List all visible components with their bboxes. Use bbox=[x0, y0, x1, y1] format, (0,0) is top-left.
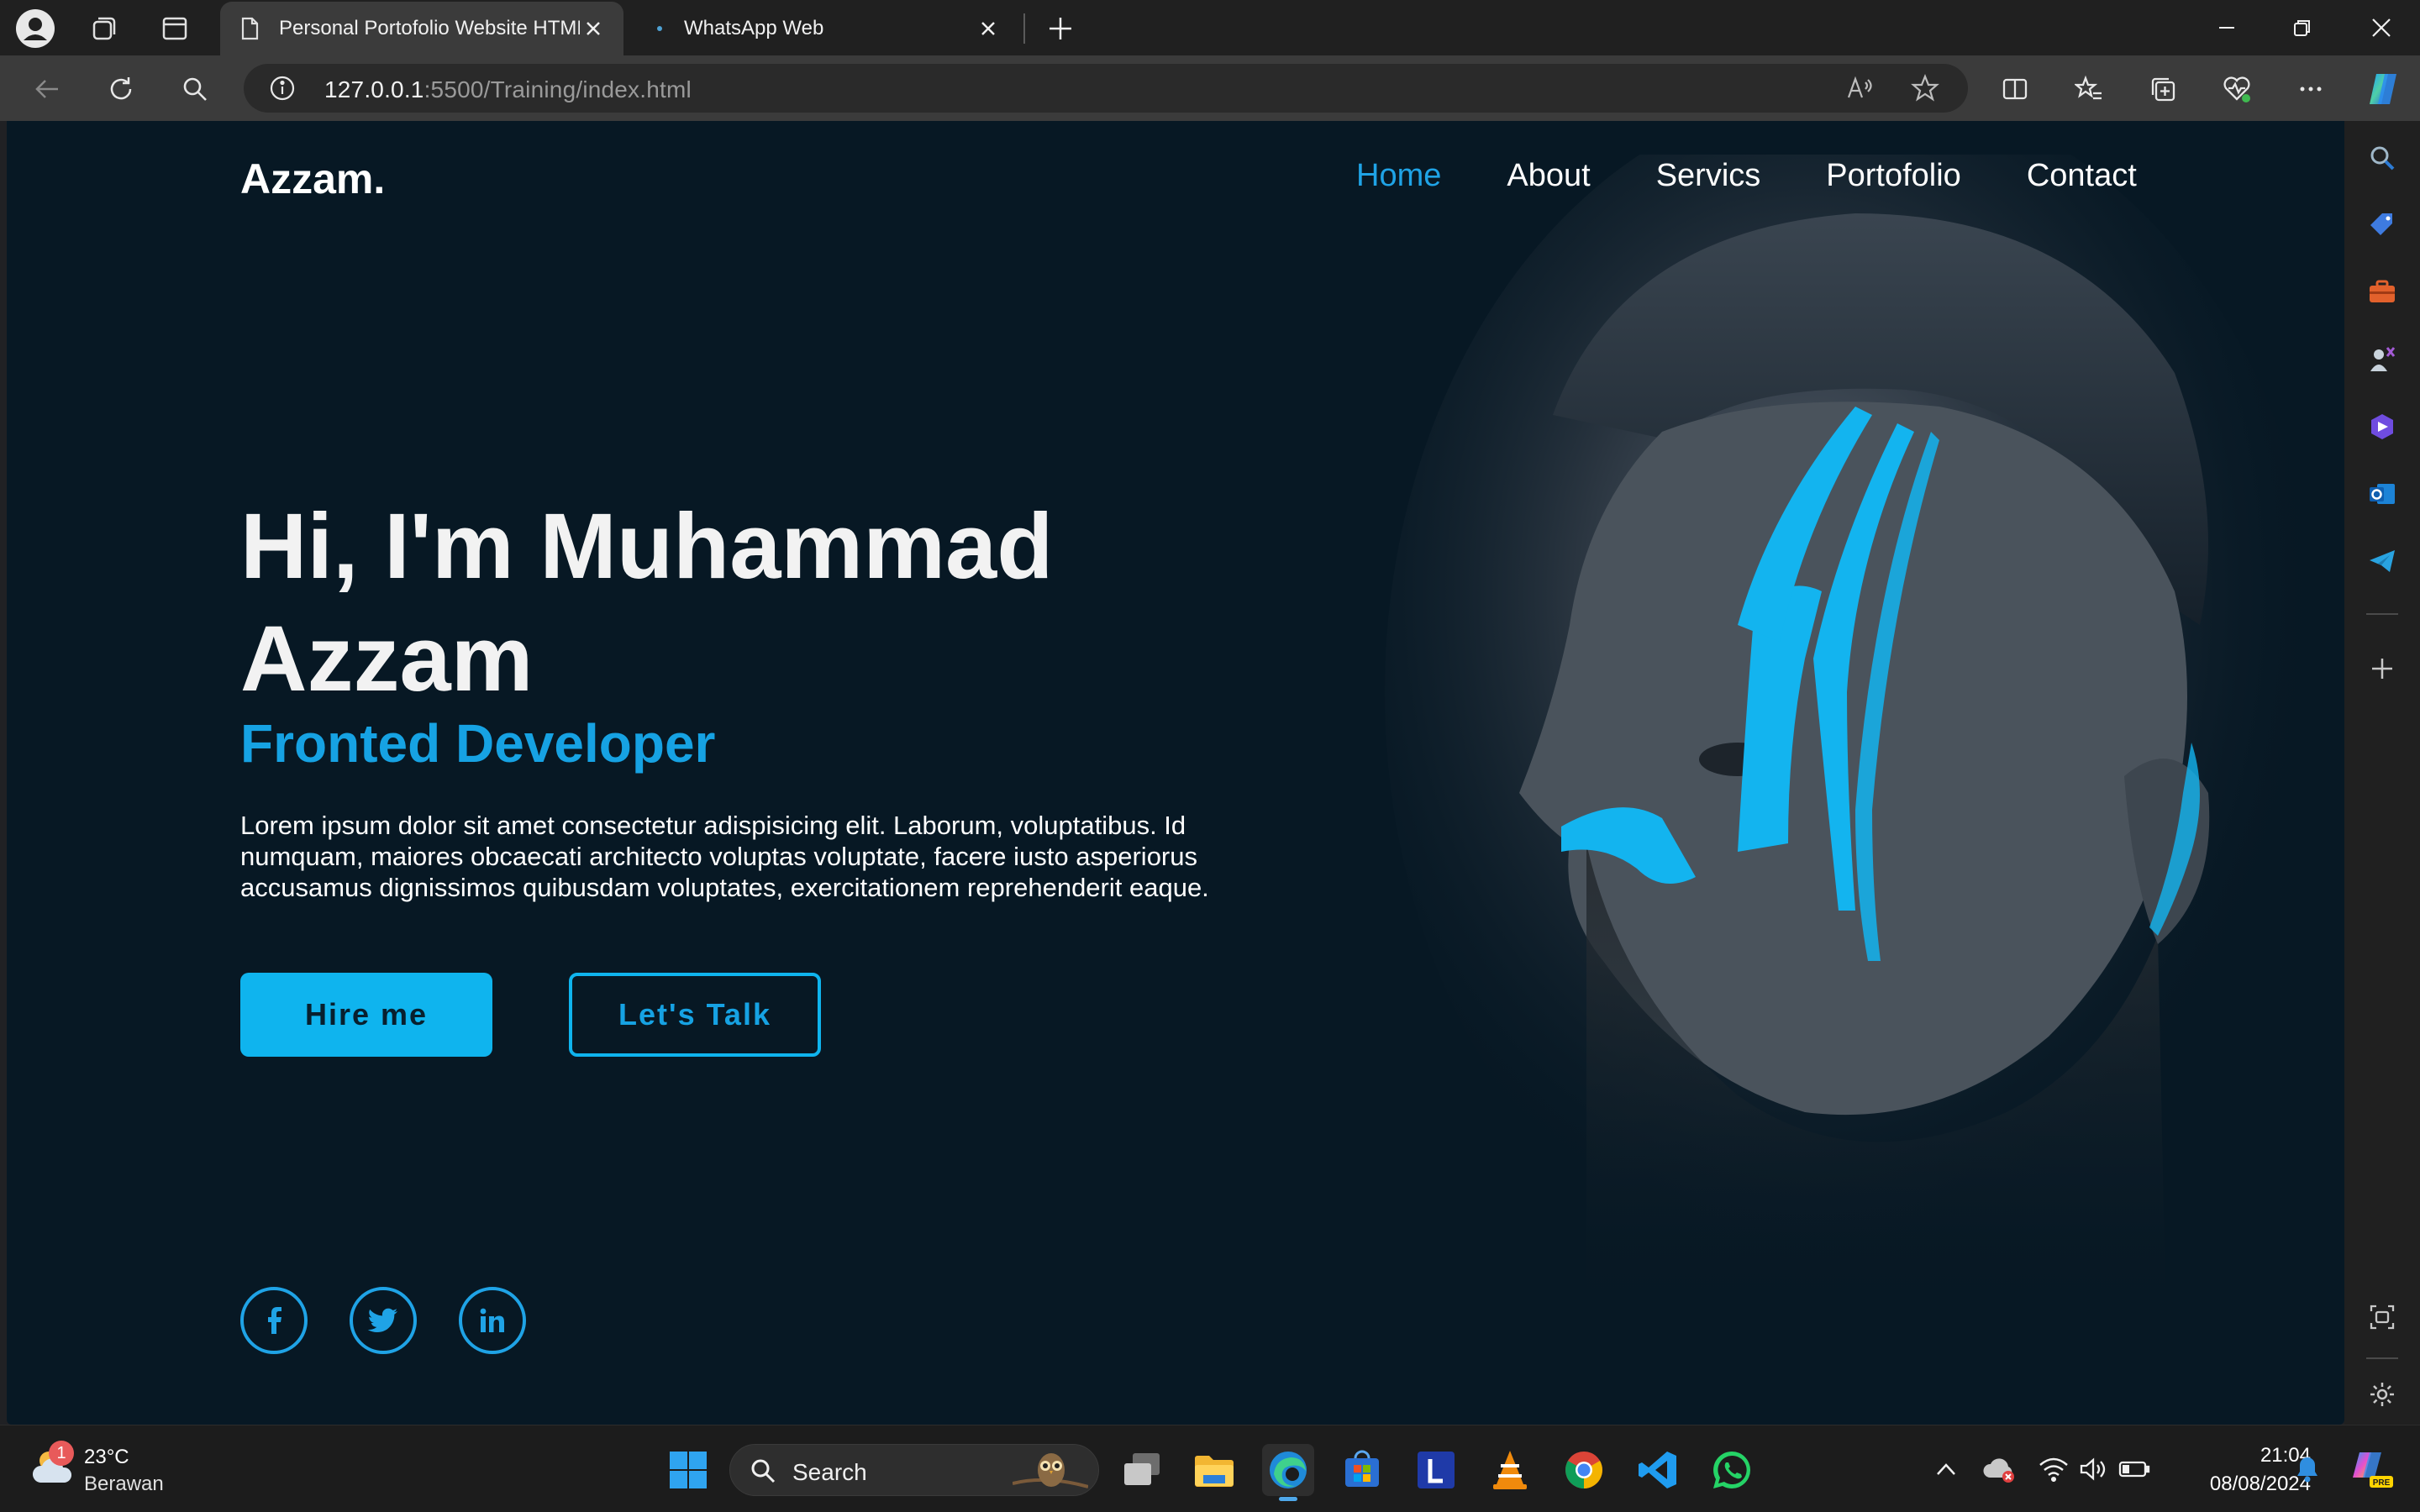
nav-portfolio-link[interactable]: Portofolio bbox=[1826, 158, 1961, 194]
copilot-icon[interactable] bbox=[2363, 70, 2403, 108]
linkedin-icon[interactable] bbox=[459, 1287, 526, 1354]
page-icon bbox=[241, 17, 259, 40]
url-path: :5500/Training/index.html bbox=[424, 76, 692, 102]
task-view-icon[interactable] bbox=[1116, 1444, 1168, 1496]
loading-dot-icon bbox=[657, 26, 662, 31]
search-icon bbox=[749, 1457, 777, 1489]
hire-me-button[interactable]: Hire me bbox=[240, 973, 492, 1057]
windows-taskbar: 1 23°C Berawan Search 21:04 08/08/2024 P… bbox=[0, 1425, 2420, 1512]
chrome-icon[interactable] bbox=[1558, 1444, 1610, 1496]
back-icon[interactable] bbox=[27, 70, 67, 108]
tab-divider bbox=[1023, 13, 1025, 44]
read-aloud-icon[interactable] bbox=[1845, 74, 1874, 107]
sidebar-search-icon[interactable] bbox=[2362, 138, 2402, 178]
tab-whatsapp[interactable]: WhatsApp Web bbox=[640, 2, 1018, 55]
site-info-icon[interactable] bbox=[269, 75, 296, 106]
tab-portfolio[interactable]: Personal Portofolio Website HTML bbox=[220, 2, 623, 55]
tab-actions-icon[interactable] bbox=[155, 8, 195, 49]
url-host: 127.0.0.1 bbox=[324, 76, 424, 102]
vscode-icon[interactable] bbox=[1632, 1444, 1684, 1496]
split-screen-icon[interactable] bbox=[1995, 70, 2035, 108]
onedrive-error-icon[interactable] bbox=[1981, 1451, 2018, 1488]
svg-text:PRE: PRE bbox=[2373, 1478, 2391, 1488]
whatsapp-icon[interactable] bbox=[1706, 1444, 1758, 1496]
show-hidden-icons-chevron-icon[interactable] bbox=[1928, 1451, 1965, 1488]
profile-icon[interactable] bbox=[15, 8, 55, 49]
hero-title: Hi, I'm Muhammad Azzam bbox=[240, 495, 1054, 711]
windows-start-icon[interactable] bbox=[662, 1444, 714, 1496]
new-tab-icon[interactable] bbox=[1040, 8, 1081, 49]
games-icon[interactable] bbox=[2362, 339, 2402, 380]
weather-temperature[interactable]: 23°C bbox=[84, 1446, 129, 1469]
favorites-icon[interactable] bbox=[2069, 70, 2109, 108]
add-sidebar-app-icon[interactable] bbox=[2362, 648, 2402, 689]
battery-icon[interactable] bbox=[2116, 1451, 2153, 1488]
copilot-app-icon[interactable] bbox=[2362, 407, 2402, 447]
edge-browser-icon[interactable] bbox=[1262, 1444, 1314, 1501]
search-label: Search bbox=[792, 1459, 867, 1485]
hero-description: Lorem ipsum dolor sit amet consectetur a… bbox=[240, 811, 1209, 902]
refresh-icon[interactable] bbox=[101, 70, 141, 108]
lets-talk-button[interactable]: Let's Talk bbox=[569, 973, 821, 1057]
wifi-icon[interactable] bbox=[2035, 1451, 2072, 1488]
active-app-indicator bbox=[1279, 1497, 1297, 1501]
hero-subtitle: Fronted Developer bbox=[240, 713, 716, 774]
twitter-icon[interactable] bbox=[350, 1287, 417, 1354]
taskbar-search[interactable]: Search bbox=[729, 1444, 1099, 1496]
volume-icon[interactable] bbox=[2075, 1451, 2112, 1488]
url-text: 127.0.0.1:5500/Training/index.html bbox=[324, 76, 692, 103]
nav-services-link[interactable]: Servics bbox=[1656, 158, 1761, 194]
close-tab-icon[interactable] bbox=[975, 15, 1002, 42]
tab-strip: Personal Portofolio Website HTML WhatsAp… bbox=[0, 0, 2420, 55]
outlook-icon[interactable] bbox=[2362, 474, 2402, 514]
sidebar-divider bbox=[2366, 613, 2398, 615]
owl-illustration-icon bbox=[1012, 1450, 1089, 1496]
notification-bell-icon[interactable] bbox=[2289, 1451, 2326, 1488]
restore-icon[interactable] bbox=[2272, 7, 2333, 49]
l-app-icon[interactable] bbox=[1410, 1444, 1462, 1496]
search-icon[interactable] bbox=[175, 70, 215, 108]
nav-home-link[interactable]: Home bbox=[1356, 158, 1441, 194]
sidebar-divider bbox=[2366, 1357, 2398, 1359]
main-nav: Home About Servics Portofolio Contact bbox=[1356, 158, 2137, 194]
microsoft-store-icon[interactable] bbox=[1336, 1444, 1388, 1496]
more-options-icon[interactable] bbox=[2291, 70, 2331, 108]
site-logo[interactable]: Azzam. bbox=[240, 155, 385, 203]
close-window-icon[interactable] bbox=[2351, 7, 2412, 49]
copilot-preview-icon[interactable]: PRE bbox=[2348, 1451, 2398, 1488]
tab-title: Personal Portofolio Website HTML bbox=[279, 17, 580, 39]
nav-contact-link[interactable]: Contact bbox=[2027, 158, 2137, 194]
workspaces-icon[interactable] bbox=[84, 8, 124, 49]
collections-icon[interactable] bbox=[2143, 70, 2183, 108]
page-viewport: Azzam. Home About Servics Portofolio Con… bbox=[7, 121, 2344, 1425]
tab-title: WhatsApp Web bbox=[684, 17, 824, 39]
favorite-star-icon[interactable] bbox=[1911, 74, 1939, 107]
vlc-icon[interactable] bbox=[1484, 1444, 1536, 1496]
weather-alert-badge: 1 bbox=[49, 1441, 74, 1466]
weather-condition[interactable]: Berawan bbox=[84, 1473, 164, 1496]
shopping-tag-icon[interactable] bbox=[2362, 205, 2402, 245]
hero-portrait-image bbox=[1385, 155, 2326, 1331]
address-bar[interactable]: 127.0.0.1:5500/Training/index.html bbox=[244, 64, 1968, 113]
minimize-icon[interactable] bbox=[2196, 7, 2257, 49]
facebook-icon[interactable] bbox=[240, 1287, 308, 1354]
tools-briefcase-icon[interactable] bbox=[2362, 272, 2402, 312]
sidebar-settings-gear-icon[interactable] bbox=[2362, 1374, 2402, 1415]
nav-about-link[interactable]: About bbox=[1507, 158, 1590, 194]
file-explorer-icon[interactable] bbox=[1188, 1444, 1240, 1496]
screenshot-icon[interactable] bbox=[2362, 1297, 2402, 1337]
browser-essentials-icon[interactable] bbox=[2217, 70, 2257, 108]
close-tab-icon[interactable] bbox=[580, 15, 607, 42]
browser-toolbar: 127.0.0.1:5500/Training/index.html bbox=[0, 55, 2420, 121]
send-telegram-icon[interactable] bbox=[2362, 541, 2402, 581]
edge-sidebar bbox=[2344, 121, 2420, 1425]
